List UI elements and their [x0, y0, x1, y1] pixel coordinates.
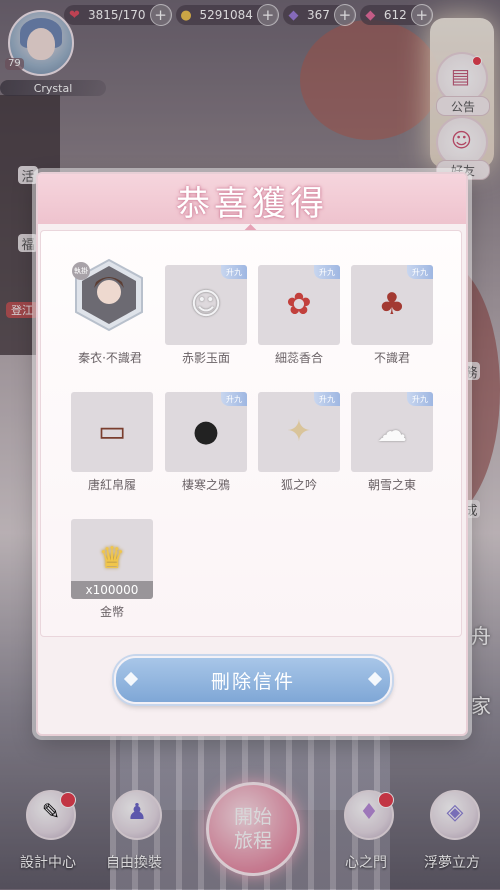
- sandals-icon: ▭: [97, 413, 127, 449]
- reward-item[interactable]: 升九 ♣: [351, 265, 433, 345]
- item-name: 棲寒之鴉: [181, 478, 230, 492]
- reward-item[interactable]: ▭: [71, 392, 153, 472]
- reward-item[interactable]: 升九 ☁: [351, 392, 433, 472]
- reward-item-coins[interactable]: ♛ x100000: [71, 519, 153, 599]
- black-hair-icon: ●: [192, 413, 220, 449]
- item-name: 赤影玉面: [181, 351, 230, 365]
- item-tag-badge: 升九: [221, 265, 247, 279]
- reward-item[interactable]: 升九 ✦: [258, 392, 340, 472]
- item-name: 金幣: [99, 605, 124, 619]
- fox-fan-icon: ✦: [286, 413, 312, 449]
- item-name: 狐之吟: [280, 478, 317, 492]
- hair-accessory-icon: ✿: [286, 286, 312, 322]
- item-name: 朝雪之東: [367, 478, 416, 492]
- item-name: 秦衣·不識君: [78, 351, 142, 365]
- item-tag-badge: 執掛: [72, 262, 90, 280]
- item-tag-badge: 升九: [221, 392, 247, 406]
- modal-title: 恭喜獲得: [176, 184, 328, 224]
- white-socks-icon: ☁: [377, 413, 407, 449]
- item-tag-badge: 升九: [314, 265, 340, 279]
- item-name: 唐紅帛履: [87, 478, 136, 492]
- reward-item[interactable]: 升九 ●: [165, 392, 247, 472]
- reward-item[interactable]: 升九 ☺: [165, 265, 247, 345]
- item-tag-badge: 升九: [407, 265, 433, 279]
- reward-item[interactable]: 升九 ✿: [258, 265, 340, 345]
- robe-icon: ♣: [378, 286, 406, 322]
- button-right-ornament: [367, 671, 383, 687]
- button-left-ornament: [123, 671, 139, 687]
- item-tag-badge: 升九: [314, 392, 340, 406]
- item-quantity: x100000: [71, 581, 153, 599]
- fox-mask-icon: ☺: [190, 286, 222, 322]
- gold-coin-icon: ♛: [98, 540, 126, 576]
- item-name: 不識君: [373, 351, 410, 365]
- delete-mail-button[interactable]: 刪除信件: [114, 656, 392, 704]
- delete-mail-label: 刪除信件: [210, 670, 295, 693]
- item-tag-badge: 升九: [407, 392, 433, 406]
- item-name: 細蕊香合: [274, 351, 323, 365]
